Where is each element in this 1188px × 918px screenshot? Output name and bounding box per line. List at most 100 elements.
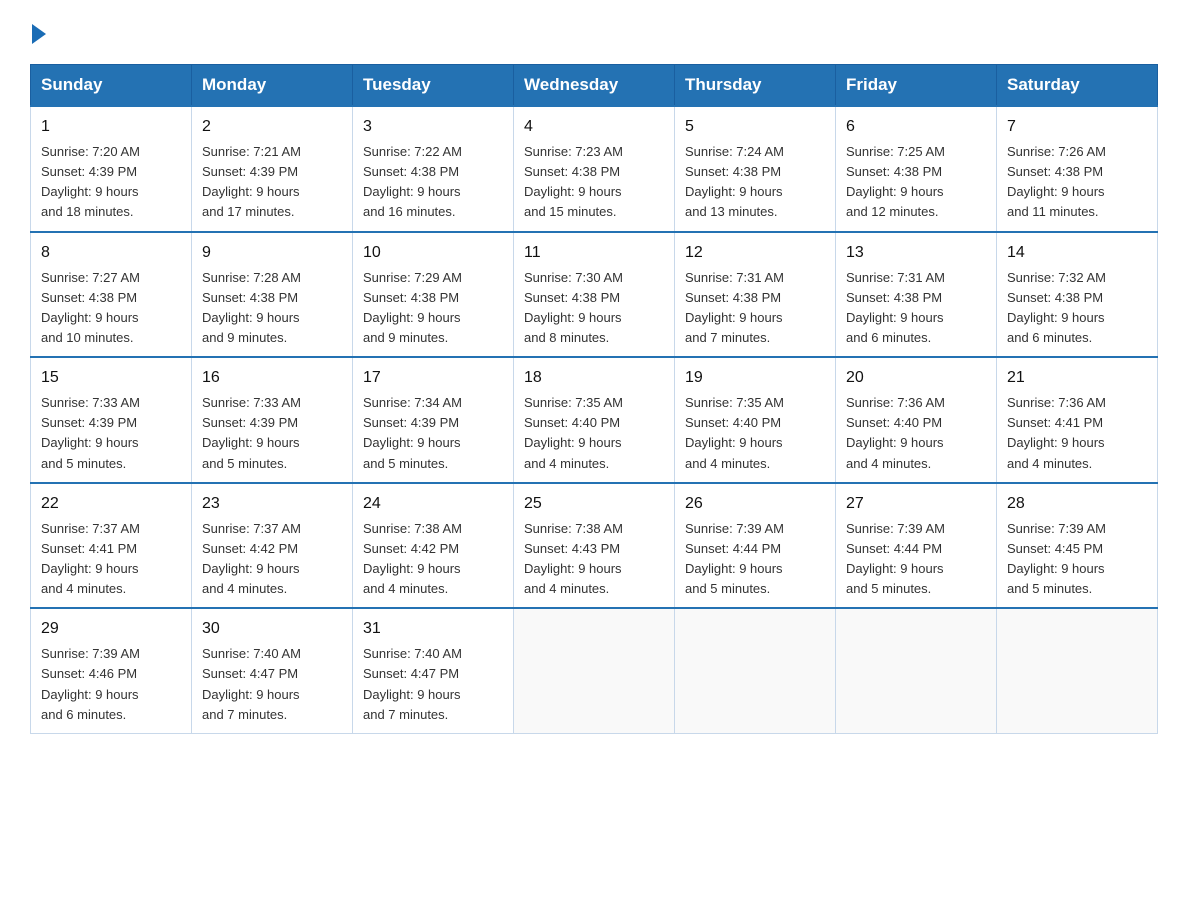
day-info: Sunrise: 7:38 AMSunset: 4:43 PMDaylight:… (524, 519, 664, 600)
day-number: 22 (41, 492, 181, 516)
calendar-cell: 25Sunrise: 7:38 AMSunset: 4:43 PMDayligh… (514, 483, 675, 609)
day-header-tuesday: Tuesday (353, 65, 514, 107)
day-info: Sunrise: 7:26 AMSunset: 4:38 PMDaylight:… (1007, 142, 1147, 223)
calendar-cell: 24 Sunrise: 7:38 AMSunset: 4:42 PMDayligh… (353, 483, 514, 609)
day-header-wednesday: Wednesday (514, 65, 675, 107)
day-number: 19 (685, 366, 825, 390)
day-header-thursday: Thursday (675, 65, 836, 107)
week-row-3: 15Sunrise: 7:33 AMSunset: 4:39 PMDayligh… (31, 357, 1158, 483)
day-number: 16 (202, 366, 342, 390)
day-header-sunday: Sunday (31, 65, 192, 107)
day-info: Sunrise: 7:38 AMSunset: 4:42 PMDaylight:… (363, 519, 503, 600)
week-row-5: 29 Sunrise: 7:39 AMSunset: 4:46 PMDayligh… (31, 608, 1158, 733)
day-number: 18 (524, 366, 664, 390)
calendar-cell: 5 Sunrise: 7:24 AMSunset: 4:38 PMDaylight… (675, 106, 836, 232)
day-number: 2 (202, 115, 342, 139)
calendar-cell: 19 Sunrise: 7:35 AMSunset: 4:40 PMDayligh… (675, 357, 836, 483)
day-number: 5 (685, 115, 825, 139)
day-info: Sunrise: 7:29 AMSunset: 4:38 PMDaylight:… (363, 268, 503, 349)
day-number: 14 (1007, 241, 1147, 265)
day-number: 21 (1007, 366, 1147, 390)
calendar-header-row: SundayMondayTuesdayWednesdayThursdayFrid… (31, 65, 1158, 107)
calendar-cell: 28Sunrise: 7:39 AMSunset: 4:45 PMDayligh… (997, 483, 1158, 609)
calendar-cell (997, 608, 1158, 733)
day-number: 6 (846, 115, 986, 139)
day-number: 23 (202, 492, 342, 516)
calendar-cell: 14 Sunrise: 7:32 AMSunset: 4:38 PMDayligh… (997, 232, 1158, 358)
day-info: Sunrise: 7:34 AMSunset: 4:39 PMDaylight:… (363, 393, 503, 474)
calendar-cell: 7 Sunrise: 7:26 AMSunset: 4:38 PMDaylight… (997, 106, 1158, 232)
day-header-monday: Monday (192, 65, 353, 107)
calendar-cell: 10 Sunrise: 7:29 AMSunset: 4:38 PMDayligh… (353, 232, 514, 358)
calendar-cell (836, 608, 997, 733)
calendar-cell: 13 Sunrise: 7:31 AMSunset: 4:38 PMDayligh… (836, 232, 997, 358)
day-info: Sunrise: 7:39 AMSunset: 4:46 PMDaylight:… (41, 644, 181, 725)
day-info: Sunrise: 7:37 AMSunset: 4:42 PMDaylight:… (202, 519, 342, 600)
calendar-cell: 26 Sunrise: 7:39 AMSunset: 4:44 PMDayligh… (675, 483, 836, 609)
day-number: 20 (846, 366, 986, 390)
day-header-saturday: Saturday (997, 65, 1158, 107)
day-number: 1 (41, 115, 181, 139)
day-info: Sunrise: 7:31 AMSunset: 4:38 PMDaylight:… (685, 268, 825, 349)
calendar-cell: 31 Sunrise: 7:40 AMSunset: 4:47 PMDayligh… (353, 608, 514, 733)
calendar-cell: 15Sunrise: 7:33 AMSunset: 4:39 PMDayligh… (31, 357, 192, 483)
day-info: Sunrise: 7:39 AMSunset: 4:44 PMDaylight:… (846, 519, 986, 600)
calendar-cell (675, 608, 836, 733)
day-number: 12 (685, 241, 825, 265)
day-info: Sunrise: 7:40 AMSunset: 4:47 PMDaylight:… (202, 644, 342, 725)
day-number: 10 (363, 241, 503, 265)
day-info: Sunrise: 7:23 AMSunset: 4:38 PMDaylight:… (524, 142, 664, 223)
day-info: Sunrise: 7:25 AMSunset: 4:38 PMDaylight:… (846, 142, 986, 223)
calendar-cell: 27 Sunrise: 7:39 AMSunset: 4:44 PMDayligh… (836, 483, 997, 609)
calendar-cell: 3Sunrise: 7:22 AMSunset: 4:38 PMDaylight… (353, 106, 514, 232)
calendar-cell: 30 Sunrise: 7:40 AMSunset: 4:47 PMDayligh… (192, 608, 353, 733)
calendar-cell: 16Sunrise: 7:33 AMSunset: 4:39 PMDayligh… (192, 357, 353, 483)
day-number: 8 (41, 241, 181, 265)
calendar-cell (514, 608, 675, 733)
day-info: Sunrise: 7:35 AMSunset: 4:40 PMDaylight:… (524, 393, 664, 474)
day-info: Sunrise: 7:36 AMSunset: 4:40 PMDaylight:… (846, 393, 986, 474)
calendar-cell: 8 Sunrise: 7:27 AMSunset: 4:38 PMDaylight… (31, 232, 192, 358)
page-header (30, 20, 1158, 44)
day-number: 3 (363, 115, 503, 139)
day-info: Sunrise: 7:39 AMSunset: 4:44 PMDaylight:… (685, 519, 825, 600)
day-info: Sunrise: 7:30 AMSunset: 4:38 PMDaylight:… (524, 268, 664, 349)
day-info: Sunrise: 7:32 AMSunset: 4:38 PMDaylight:… (1007, 268, 1147, 349)
calendar-cell: 18 Sunrise: 7:35 AMSunset: 4:40 PMDayligh… (514, 357, 675, 483)
day-number: 24 (363, 492, 503, 516)
day-info: Sunrise: 7:24 AMSunset: 4:38 PMDaylight:… (685, 142, 825, 223)
day-number: 13 (846, 241, 986, 265)
calendar-cell: 12 Sunrise: 7:31 AMSunset: 4:38 PMDayligh… (675, 232, 836, 358)
calendar-cell: 29 Sunrise: 7:39 AMSunset: 4:46 PMDayligh… (31, 608, 192, 733)
day-number: 30 (202, 617, 342, 641)
day-info: Sunrise: 7:27 AMSunset: 4:38 PMDaylight:… (41, 268, 181, 349)
logo (30, 20, 46, 44)
calendar-cell: 21Sunrise: 7:36 AMSunset: 4:41 PMDayligh… (997, 357, 1158, 483)
calendar-cell: 23 Sunrise: 7:37 AMSunset: 4:42 PMDayligh… (192, 483, 353, 609)
calendar-cell: 1Sunrise: 7:20 AMSunset: 4:39 PMDaylight… (31, 106, 192, 232)
day-info: Sunrise: 7:31 AMSunset: 4:38 PMDaylight:… (846, 268, 986, 349)
day-number: 31 (363, 617, 503, 641)
day-info: Sunrise: 7:35 AMSunset: 4:40 PMDaylight:… (685, 393, 825, 474)
day-number: 26 (685, 492, 825, 516)
day-info: Sunrise: 7:28 AMSunset: 4:38 PMDaylight:… (202, 268, 342, 349)
day-number: 28 (1007, 492, 1147, 516)
week-row-2: 8 Sunrise: 7:27 AMSunset: 4:38 PMDaylight… (31, 232, 1158, 358)
calendar-cell: 6 Sunrise: 7:25 AMSunset: 4:38 PMDaylight… (836, 106, 997, 232)
day-number: 9 (202, 241, 342, 265)
day-number: 27 (846, 492, 986, 516)
calendar-cell: 4 Sunrise: 7:23 AMSunset: 4:38 PMDaylight… (514, 106, 675, 232)
day-number: 11 (524, 241, 664, 265)
calendar-cell: 2 Sunrise: 7:21 AMSunset: 4:39 PMDaylight… (192, 106, 353, 232)
day-header-friday: Friday (836, 65, 997, 107)
day-info: Sunrise: 7:40 AMSunset: 4:47 PMDaylight:… (363, 644, 503, 725)
day-info: Sunrise: 7:21 AMSunset: 4:39 PMDaylight:… (202, 142, 342, 223)
day-number: 29 (41, 617, 181, 641)
day-number: 4 (524, 115, 664, 139)
day-info: Sunrise: 7:37 AMSunset: 4:41 PMDaylight:… (41, 519, 181, 600)
calendar-cell: 20 Sunrise: 7:36 AMSunset: 4:40 PMDayligh… (836, 357, 997, 483)
calendar-table: SundayMondayTuesdayWednesdayThursdayFrid… (30, 64, 1158, 734)
day-number: 7 (1007, 115, 1147, 139)
logo-arrow-icon (32, 24, 46, 44)
day-number: 15 (41, 366, 181, 390)
